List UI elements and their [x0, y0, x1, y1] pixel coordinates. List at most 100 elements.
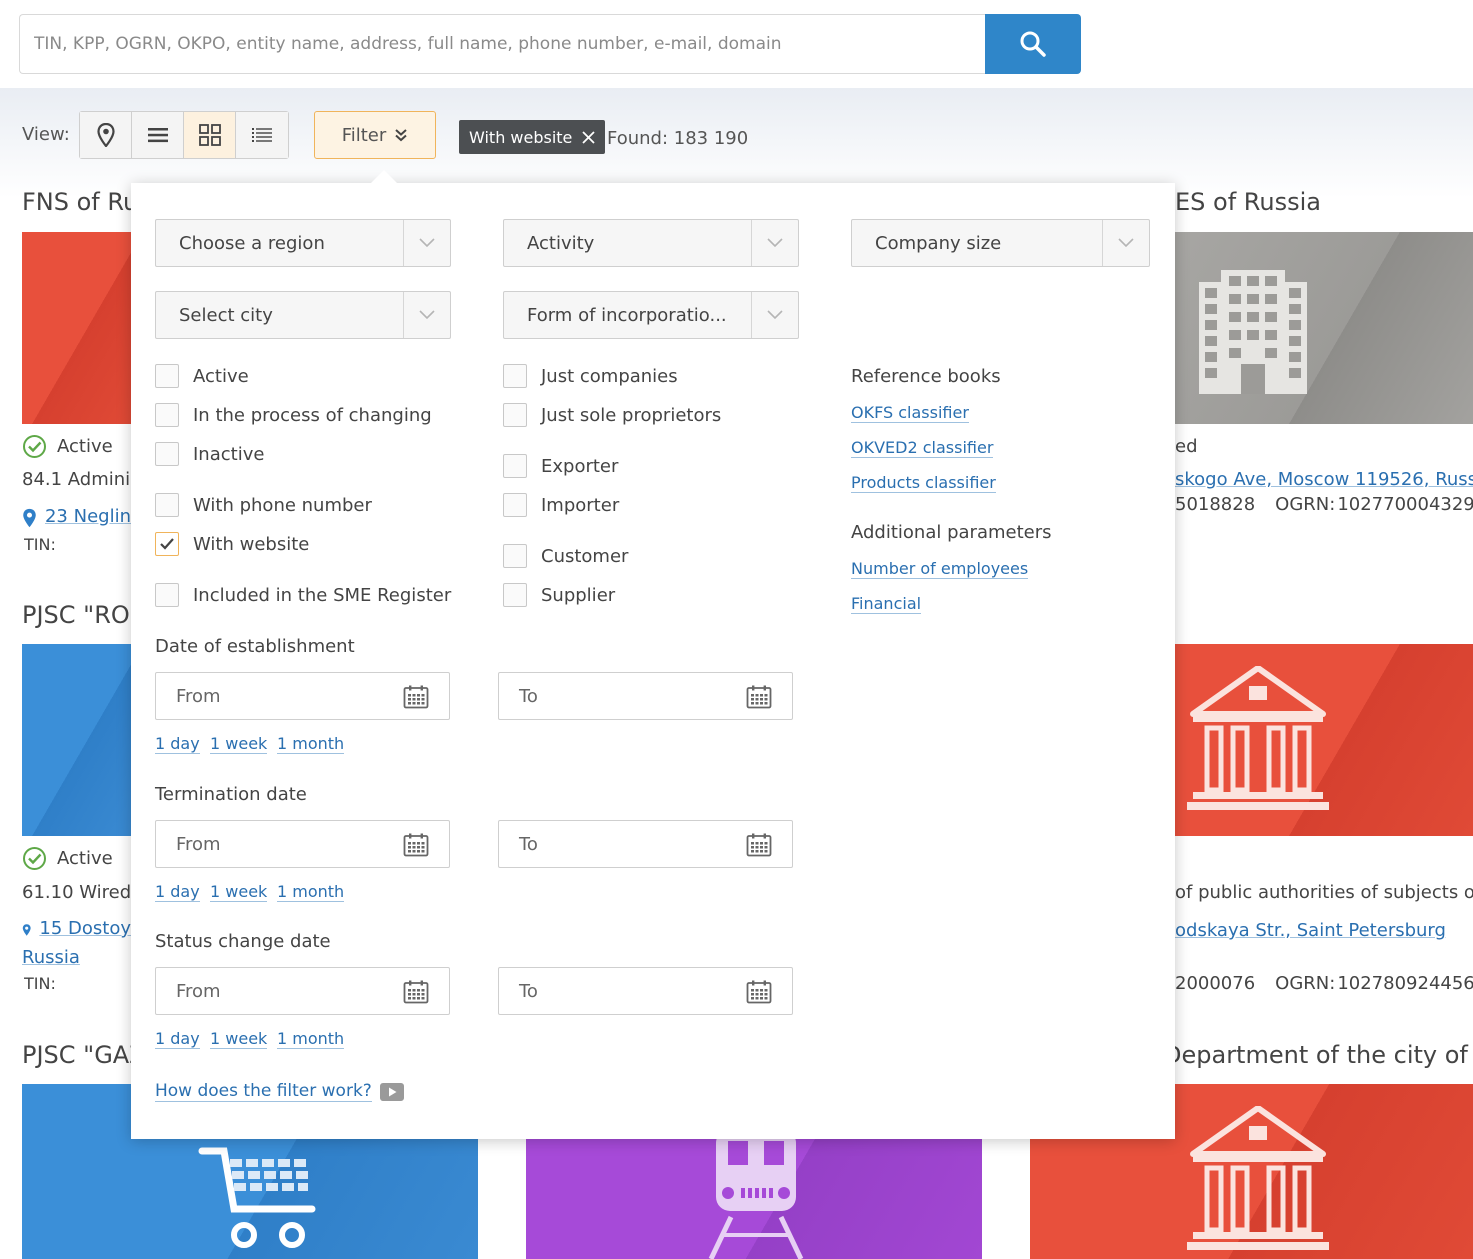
company-size-select[interactable]: Company size	[851, 219, 1150, 267]
quick-range-1-day[interactable]: 1 day	[155, 1029, 200, 1049]
checkbox-box[interactable]	[503, 493, 527, 517]
checkbox-box[interactable]	[155, 583, 179, 607]
calendar-icon[interactable]	[403, 980, 429, 1004]
calendar-icon[interactable]	[746, 833, 772, 857]
termination-to-input[interactable]: To	[498, 820, 793, 868]
compact-list-view-button[interactable]	[236, 112, 288, 158]
company-address[interactable]: 23 Neglin	[22, 506, 131, 530]
office-building-icon	[1199, 270, 1307, 394]
search-button[interactable]	[985, 14, 1081, 74]
checkbox-phone[interactable]: With phone number	[155, 493, 372, 517]
video-play-icon[interactable]	[379, 1082, 404, 1101]
checkbox-box[interactable]	[155, 442, 179, 466]
quick-range-1-day[interactable]: 1 day	[155, 734, 200, 754]
company-card-title[interactable]: ES of Russia	[1175, 188, 1473, 216]
status-change-to-input[interactable]: To	[498, 967, 793, 1015]
checkbox-inactive[interactable]: Inactive	[155, 442, 264, 466]
calendar-icon[interactable]	[746, 685, 772, 709]
calendar-icon[interactable]	[403, 833, 429, 857]
government-building-icon	[1187, 1106, 1329, 1250]
quick-range-1-week[interactable]: 1 week	[210, 734, 268, 754]
calendar-icon[interactable]	[746, 980, 772, 1004]
checkbox-box-checked[interactable]	[155, 532, 179, 556]
reference-books-heading: Reference books	[851, 366, 1001, 387]
filter-button[interactable]: Filter	[314, 111, 436, 159]
checkbox-customer[interactable]: Customer	[503, 544, 628, 568]
company-address-text[interactable]: skogo Ave, Moscow 119526, Russia	[1175, 469, 1473, 490]
company-card-title[interactable]: PJSC "ROS	[22, 601, 131, 629]
checkbox-label: Active	[193, 365, 249, 387]
company-address[interactable]: 15 Dostoy	[22, 918, 131, 942]
chevron-down-icon	[751, 220, 798, 266]
company-card-image	[1175, 644, 1473, 836]
checkbox-label: Just companies	[541, 365, 678, 387]
quick-range-1-month[interactable]: 1 month	[277, 734, 345, 754]
checkbox-box[interactable]	[155, 493, 179, 517]
status-change-from-input[interactable]: From	[155, 967, 450, 1015]
quick-range-1-week[interactable]: 1 week	[210, 1029, 268, 1049]
company-code-partial: 2000076	[1175, 973, 1256, 994]
status-change-date-label: Status change date	[155, 931, 331, 952]
company-address-text[interactable]: odskaya Str., Saint Petersburg	[1175, 920, 1473, 941]
establishment-from-input[interactable]: From	[155, 672, 450, 720]
calendar-icon[interactable]	[403, 685, 429, 709]
checkbox-box[interactable]	[503, 454, 527, 478]
checkbox-supplier[interactable]: Supplier	[503, 583, 615, 607]
checkbox-exporter[interactable]: Exporter	[503, 454, 618, 478]
date-placeholder: From	[176, 980, 221, 1002]
region-select[interactable]: Choose a region	[155, 219, 451, 267]
products-classifier-link[interactable]: Products classifier	[851, 473, 996, 493]
checkbox-box[interactable]	[503, 544, 527, 568]
compact-list-icon	[252, 128, 272, 142]
company-card-title[interactable]: Department of the city of ..	[1163, 1041, 1473, 1069]
number-of-employees-link[interactable]: Number of employees	[851, 559, 1029, 579]
tiles-view-button[interactable]	[184, 112, 236, 158]
company-card-title[interactable]: FNS of Ru	[22, 188, 131, 216]
company-status-label: Active	[57, 436, 113, 457]
okfs-classifier-link[interactable]: OKFS classifier	[851, 403, 969, 423]
incorporation-select[interactable]: Form of incorporatio...	[503, 291, 799, 339]
checkbox-just-sole-proprietors[interactable]: Just sole proprietors	[503, 403, 721, 427]
quick-range-1-day[interactable]: 1 day	[155, 882, 200, 902]
close-icon[interactable]	[582, 130, 596, 144]
okved2-classifier-link[interactable]: OKVED2 classifier	[851, 438, 994, 458]
checkbox-label: With phone number	[193, 494, 372, 516]
company-ogrn: 102780924456	[1337, 973, 1473, 994]
quick-range-1-month[interactable]: 1 month	[277, 882, 345, 902]
filter-popover-pointer	[370, 170, 398, 184]
checkbox-website[interactable]: With website	[155, 532, 309, 556]
company-size-select-value: Company size	[875, 232, 1002, 254]
checkbox-box[interactable]	[155, 364, 179, 388]
company-address-line2[interactable]: Russia	[22, 947, 131, 968]
quick-range-1-month[interactable]: 1 month	[277, 1029, 345, 1049]
checkbox-box[interactable]	[503, 403, 527, 427]
checkbox-active[interactable]: Active	[155, 364, 249, 388]
company-activity: 84.1 Administ	[22, 469, 131, 490]
list-view-button[interactable]	[132, 112, 184, 158]
date-placeholder: To	[519, 685, 538, 707]
establishment-to-input[interactable]: To	[498, 672, 793, 720]
map-view-button[interactable]	[80, 112, 132, 158]
termination-from-input[interactable]: From	[155, 820, 450, 868]
city-select[interactable]: Select city	[155, 291, 451, 339]
checkbox-just-companies[interactable]: Just companies	[503, 364, 678, 388]
checkbox-box[interactable]	[503, 364, 527, 388]
list-icon	[147, 128, 168, 143]
checkbox-box[interactable]	[155, 403, 179, 427]
checkbox-changing[interactable]: In the process of changing	[155, 403, 432, 427]
quick-range-1-week[interactable]: 1 week	[210, 882, 268, 902]
search-input[interactable]	[19, 14, 986, 74]
checkbox-importer[interactable]: Importer	[503, 493, 619, 517]
check-circle-icon	[23, 435, 46, 458]
train-icon	[708, 1139, 804, 1259]
financial-link[interactable]: Financial	[851, 594, 922, 614]
double-chevron-down-icon	[395, 129, 407, 142]
activity-select[interactable]: Activity	[503, 219, 799, 267]
filter-help-link[interactable]: How does the filter work?	[155, 1081, 404, 1102]
map-pin-icon	[22, 924, 31, 936]
company-card-image	[22, 644, 131, 836]
company-card-title[interactable]: PJSC "GAZ	[22, 1041, 131, 1069]
checkbox-box[interactable]	[503, 583, 527, 607]
shopping-cart-icon	[198, 1147, 316, 1248]
checkbox-sme[interactable]: Included in the SME Register	[155, 583, 451, 607]
